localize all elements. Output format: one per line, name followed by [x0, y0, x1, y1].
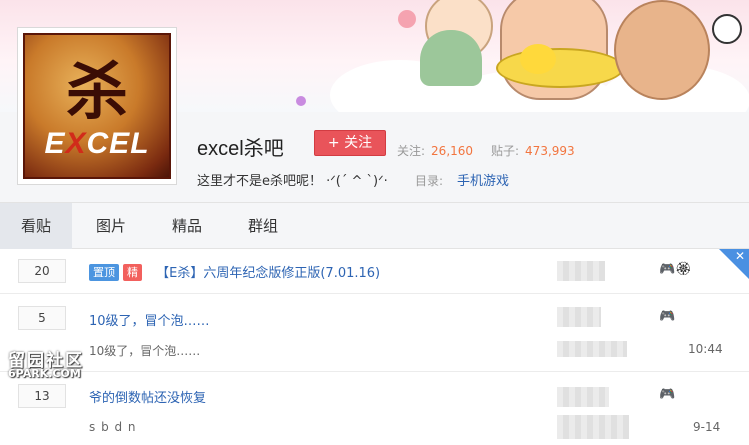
directory-link[interactable]: 手机游戏 — [457, 174, 509, 189]
tab-groups[interactable]: 群组 — [232, 203, 294, 249]
author-name-blurred[interactable] — [557, 387, 609, 407]
last-reply-author-blurred[interactable] — [557, 341, 627, 357]
pinned-badge: 置顶 — [89, 264, 119, 281]
last-reply-author-blurred[interactable] — [557, 415, 629, 439]
author-name-blurred[interactable] — [557, 261, 605, 281]
flower-decoration — [398, 10, 416, 28]
forum-tabs: 看贴 图片 精品 群组 — [0, 202, 749, 249]
thread-abstract: 10级了，冒个泡…… — [89, 344, 201, 358]
last-reply-time: 9-14 — [693, 420, 721, 434]
thread-title[interactable]: 置顶精 【E杀】六周年纪念版修正版(7.01.16) — [89, 262, 380, 281]
posts-count: 473,993 — [525, 144, 575, 158]
cartoon-character-body — [420, 30, 482, 86]
followers-label: 关注: — [397, 144, 426, 158]
thread-title-text: 【E杀】六周年纪念版修正版(7.01.16) — [156, 266, 381, 281]
tab-posts[interactable]: 看贴 — [0, 203, 72, 249]
posts-label: 贴子: — [491, 144, 520, 158]
thread-title[interactable]: 10级了，冒个泡…… — [89, 310, 210, 329]
reply-count: 13 — [18, 384, 66, 408]
reply-count: 5 — [18, 306, 66, 330]
bear-character — [614, 0, 710, 100]
watermark-url: 6PARK.COM — [8, 367, 81, 380]
posts-stat: 贴子: 473,993 — [491, 142, 575, 159]
game-icon: 🎮 — [659, 387, 676, 402]
thread-title[interactable]: 爷的倒数帖还没恢复 — [89, 387, 206, 406]
followers-stat: 关注: 26,160 — [397, 142, 473, 159]
duck-decoration — [520, 44, 556, 74]
reply-count: 20 — [18, 259, 66, 283]
divider — [0, 293, 749, 294]
forum-title: excel杀吧 — [197, 138, 284, 160]
cartoon-character — [712, 14, 742, 44]
logo-wordmark: EXCEL — [44, 127, 150, 160]
game-icon: 🎮 — [659, 309, 676, 324]
logo-character: 杀 — [65, 55, 128, 128]
tab-featured[interactable]: 精品 — [156, 203, 218, 249]
thread-list: 20 置顶精 【E杀】六周年纪念版修正版(7.01.16) 🎮🏵 5 10级了，… — [0, 249, 749, 445]
featured-badge: 精 — [123, 264, 142, 281]
close-icon[interactable]: ✕ — [735, 249, 745, 263]
followers-count: 26,160 — [431, 144, 474, 158]
forum-avatar[interactable]: 杀 EXCEL — [17, 27, 177, 185]
game-icon: 🎮🏵 — [659, 262, 692, 277]
follow-button[interactable]: + 关注 — [314, 130, 386, 156]
forum-directory: 目录: 手机游戏 — [415, 170, 509, 189]
balloon-decoration — [296, 96, 306, 106]
author-name-blurred[interactable] — [557, 307, 601, 327]
forum-slogan: 这里才不是e杀吧呢！ ·ᐟ(´ ^ `)ᐟ· — [197, 174, 388, 189]
forum-logo: 杀 EXCEL — [23, 33, 171, 179]
divider — [0, 371, 749, 372]
swim-ring-decoration — [496, 48, 624, 88]
last-reply-time: 10:44 — [688, 342, 723, 356]
directory-label: 目录: — [415, 174, 444, 188]
tab-images[interactable]: 图片 — [80, 203, 142, 249]
thread-abstract: s b d n — [89, 420, 137, 434]
